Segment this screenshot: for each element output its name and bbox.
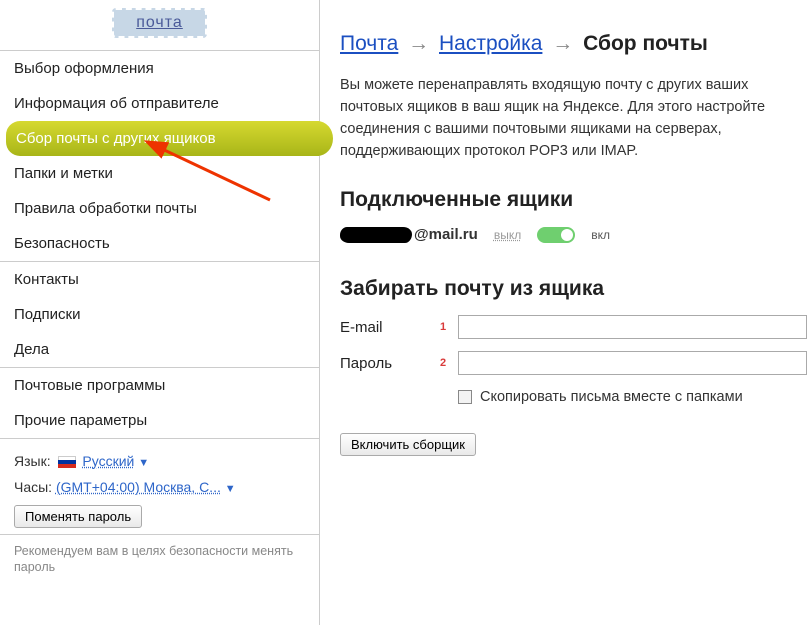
- nav-item-tasks[interactable]: Дела: [0, 332, 319, 367]
- copy-folders-label: Скопировать письма вместе с папками: [480, 389, 743, 405]
- nav-item-security[interactable]: Безопасность: [0, 226, 319, 261]
- enable-collector-button[interactable]: Включить сборщик: [340, 433, 476, 456]
- nav-group-3: Почтовые программы Прочие параметры: [0, 368, 319, 439]
- chevron-down-icon: ▼: [225, 483, 236, 495]
- flag-ru-icon: [58, 456, 76, 468]
- nav-item-mail-collect[interactable]: Сбор почты с других ящиков: [6, 121, 319, 156]
- badge-1: 1: [440, 321, 448, 333]
- crumb-current: Сбор почты: [583, 32, 708, 55]
- copy-folders-row: Скопировать письма вместе с папками: [458, 389, 807, 405]
- password-label: Пароль: [340, 355, 440, 372]
- nav-item-folders[interactable]: Папки и метки: [0, 156, 319, 191]
- nav-item-theme[interactable]: Выбор оформления: [0, 51, 319, 86]
- breadcrumb: Почта → Настройка → Сбор почты: [340, 32, 807, 56]
- crumb-settings[interactable]: Настройка: [439, 32, 542, 55]
- crumb-mail[interactable]: Почта: [340, 32, 398, 55]
- nav-item-subscriptions[interactable]: Подписки: [0, 297, 319, 332]
- email-field[interactable]: [458, 315, 807, 339]
- nav-item-contacts[interactable]: Контакты: [0, 262, 319, 297]
- badge-2: 2: [440, 357, 448, 369]
- timezone-select[interactable]: (GMT+04:00) Москва, С...: [56, 479, 221, 495]
- email-row: E-mail 1: [340, 315, 807, 339]
- password-field[interactable]: [458, 351, 807, 375]
- password-hint: Рекомендуем вам в целях безопасности мен…: [0, 535, 319, 587]
- change-password-button[interactable]: Поменять пароль: [14, 505, 142, 528]
- chevron-down-icon: ▼: [138, 457, 149, 469]
- nav-item-rules[interactable]: Правила обработки почты: [0, 191, 319, 226]
- settings-sidebar: почта Выбор оформления Информация об отп…: [0, 0, 320, 625]
- mailbox-toggle[interactable]: [537, 227, 575, 243]
- lang-label: Язык:: [14, 453, 51, 469]
- nav-item-sender-info[interactable]: Информация об отправителе: [0, 86, 319, 121]
- connected-title: Подключенные ящики: [340, 188, 807, 212]
- main-content: Почта → Настройка → Сбор почты Вы можете…: [320, 0, 807, 625]
- page-description: Вы можете перенаправлять входящую почту …: [340, 74, 807, 162]
- nav-group-1: Выбор оформления Информация об отправите…: [0, 51, 319, 262]
- password-row: Пароль 2: [340, 351, 807, 375]
- lang-select[interactable]: Русский: [82, 453, 134, 469]
- redacted-icon: [340, 227, 412, 243]
- fetch-title: Забирать почту из ящика: [340, 277, 807, 301]
- email-label: E-mail: [340, 319, 440, 336]
- copy-folders-checkbox[interactable]: [458, 390, 472, 404]
- mail-tab[interactable]: почта: [112, 8, 207, 38]
- toggle-off-label[interactable]: выкл: [494, 228, 521, 242]
- nav-group-2: Контакты Подписки Дела: [0, 262, 319, 368]
- nav-item-mail-clients[interactable]: Почтовые программы: [0, 368, 319, 403]
- clock-label: Часы:: [14, 479, 52, 495]
- toggle-on-label: вкл: [591, 228, 610, 242]
- locale-block: Язык: Русский ▼ Часы: (GMT+04:00) Москва…: [0, 439, 319, 535]
- nav-item-other[interactable]: Прочие параметры: [0, 403, 319, 438]
- mailbox-domain: @mail.ru: [414, 226, 478, 243]
- mailbox-address[interactable]: @mail.ru: [340, 226, 478, 243]
- connected-mailbox-row: @mail.ru выкл вкл: [340, 226, 807, 243]
